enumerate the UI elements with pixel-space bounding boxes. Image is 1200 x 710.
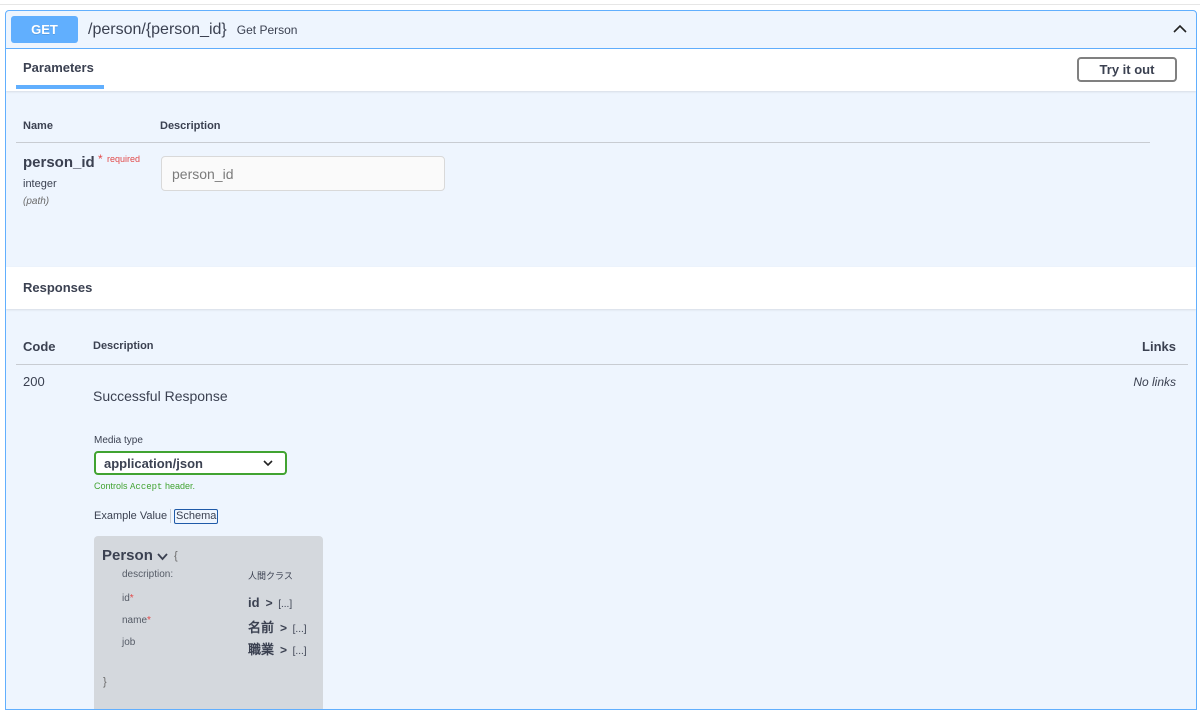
operation-summary[interactable]: GET /person/{person_id} Get Person <box>6 11 1196 49</box>
required-star: * <box>129 593 134 604</box>
chevron-up-icon[interactable] <box>1172 21 1188 37</box>
controls-suffix: header. <box>164 481 195 491</box>
media-type-value: application/json <box>104 455 203 471</box>
chevron-down-icon <box>263 460 273 467</box>
responses-title: Responses <box>23 280 93 295</box>
response-description: Successful Response <box>93 388 228 404</box>
model-description-label: description: <box>122 569 174 580</box>
response-links: No links <box>1133 375 1176 389</box>
tab-parameters[interactable]: Parameters <box>16 49 104 89</box>
model-property-name: id* <box>122 593 134 604</box>
tab-separator <box>170 509 171 523</box>
param-type: integer <box>23 178 57 190</box>
required-label: required <box>107 154 141 164</box>
controls-accept-note: Controls Accept header. <box>94 481 195 492</box>
model-property-name: job <box>122 637 135 648</box>
model-description-value: 人間クラス <box>248 571 293 581</box>
model-property-value[interactable]: id > [...] <box>248 595 292 610</box>
chevron-right-icon[interactable]: > <box>280 621 287 635</box>
response-col-code-header: Code <box>23 339 56 354</box>
param-col-description-header: Description <box>160 120 221 132</box>
model-property-value[interactable]: 名前 > [...] <box>248 617 307 636</box>
response-code: 200 <box>23 374 45 389</box>
controls-prefix: Controls <box>94 481 128 491</box>
accept-code: Accept <box>130 482 163 492</box>
tab-schema[interactable]: Schema <box>174 509 219 524</box>
response-table-divider <box>16 364 1188 365</box>
operation-summary-text: Get Person <box>236 22 298 37</box>
property-name-text: id <box>122 593 130 604</box>
collapsed-ellipsis[interactable]: [...] <box>293 646 307 657</box>
required-star: * <box>147 615 151 626</box>
chevron-down-icon[interactable] <box>157 552 168 561</box>
chevron-right-icon[interactable]: > <box>266 596 273 610</box>
brace-close: } <box>103 676 107 688</box>
tab-example-value[interactable]: Example Value <box>94 510 167 522</box>
operation-block-get-person: GET /person/{person_id} Get Person Param… <box>5 10 1197 710</box>
property-name-text: job <box>122 637 136 648</box>
try-it-out-button[interactable]: Try it out <box>1077 57 1177 82</box>
param-name: person_id <box>23 154 95 171</box>
media-type-select[interactable]: application/json <box>94 451 287 475</box>
method-badge: GET <box>11 16 78 43</box>
page-top-divider <box>0 4 1200 5</box>
model-property-name: name* <box>122 615 151 626</box>
media-type-label: Media type <box>94 435 143 446</box>
property-type-title: 名前 <box>248 620 275 635</box>
required-star: * <box>98 152 103 166</box>
model-property-value[interactable]: 職業 > [...] <box>248 639 307 658</box>
param-col-name-header: Name <box>23 120 53 132</box>
responses-section-header: Responses <box>6 267 1196 309</box>
person-id-input[interactable] <box>161 156 445 191</box>
property-name-text: name <box>122 615 148 626</box>
collapsed-ellipsis[interactable]: [...] <box>278 599 292 610</box>
chevron-right-icon[interactable]: > <box>280 643 287 657</box>
schema-model-box: Person { description: 人間クラス id* id > [...… <box>94 536 323 709</box>
operation-path: /person/{person_id} <box>88 20 227 38</box>
response-col-links-header: Links <box>1142 339 1176 354</box>
property-type-title: id <box>248 595 260 610</box>
parameters-section-header: Parameters Try it out <box>6 49 1196 91</box>
collapsed-ellipsis[interactable]: [...] <box>293 624 307 635</box>
response-col-description-header: Description <box>93 340 154 352</box>
brace-open: { <box>174 550 178 562</box>
model-title[interactable]: Person <box>102 547 153 564</box>
param-table-divider <box>16 142 1150 143</box>
param-location: (path) <box>23 196 50 207</box>
property-type-title: 職業 <box>248 642 275 657</box>
